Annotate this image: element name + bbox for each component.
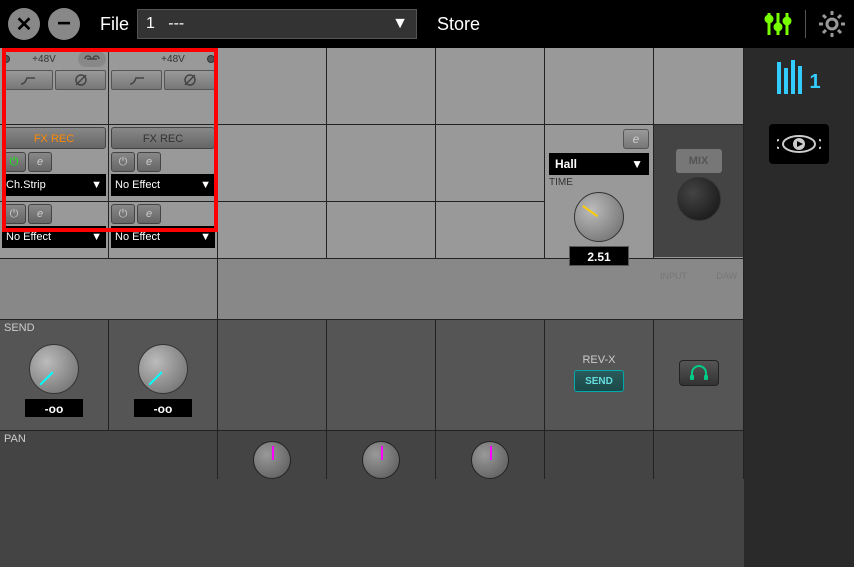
- mixer-settings-icon[interactable]: [763, 11, 793, 37]
- channels-area: +48V +48V: [0, 48, 744, 567]
- pan-knob[interactable]: [253, 441, 291, 479]
- time-label: TIME: [549, 177, 649, 188]
- fx-edit-button[interactable]: e: [137, 204, 161, 224]
- revx-send-button[interactable]: SEND: [574, 370, 624, 392]
- empty-cell: [218, 125, 327, 201]
- empty-cell: [327, 202, 436, 258]
- fx-edit-button[interactable]: e: [137, 152, 161, 172]
- empty-cell: [436, 48, 545, 124]
- master-section: MIX INPUT DAW: [654, 125, 744, 257]
- right-panel: 1: [744, 48, 854, 567]
- send-knob[interactable]: [138, 344, 188, 394]
- store-button[interactable]: Store: [437, 14, 480, 35]
- phase-button[interactable]: [164, 70, 215, 90]
- ch2-input-controls: +48V: [109, 48, 218, 124]
- empty-cell: [218, 48, 327, 124]
- reverb-section: e Hall▼ TIME 2.51: [545, 125, 654, 257]
- mix-knob[interactable]: [677, 177, 721, 221]
- revx-section: REV-X SEND: [545, 320, 654, 430]
- pan-knob[interactable]: [471, 441, 509, 479]
- empty-cell: [436, 320, 545, 430]
- empty-cell: [654, 48, 744, 124]
- empty-cell: [654, 431, 744, 479]
- hpf-button[interactable]: [2, 70, 53, 90]
- minimize-button[interactable]: −: [48, 8, 80, 40]
- chevron-down-icon: ▼: [392, 15, 408, 33]
- output-icon[interactable]: [769, 124, 829, 164]
- fx-rec-button[interactable]: FX REC: [2, 127, 106, 149]
- empty-cell: [436, 202, 545, 258]
- reverb-edit-button[interactable]: e: [623, 129, 649, 149]
- empty-cell: [0, 259, 218, 319]
- headphone-section: [654, 320, 744, 430]
- reverb-time-value: 2.51: [569, 246, 629, 266]
- fx-power-button[interactable]: ⏻: [111, 152, 135, 172]
- file-select[interactable]: 1 --- ▼: [137, 9, 417, 39]
- fx-rec-button[interactable]: FX REC: [111, 127, 215, 149]
- ch4-pan: [327, 431, 436, 479]
- reverb-time-knob[interactable]: [574, 192, 624, 242]
- ch1-input-controls: +48V: [0, 48, 109, 124]
- ch3-pan: [218, 431, 327, 479]
- fx-edit-button[interactable]: e: [28, 152, 52, 172]
- empty-cell: [436, 125, 545, 201]
- effect-select[interactable]: Ch.Strip▼: [2, 174, 106, 196]
- phantom-led[interactable]: [207, 55, 215, 63]
- file-label: File: [100, 14, 129, 35]
- revx-label: REV-X: [549, 354, 649, 366]
- empty-cell: [218, 259, 744, 319]
- ch2-send: -oo: [109, 320, 218, 430]
- pan-knob[interactable]: [362, 441, 400, 479]
- mixer-number: 1: [809, 71, 820, 94]
- mixer-view-icon[interactable]: 1: [777, 60, 820, 94]
- fx-power-button[interactable]: ⏻: [2, 152, 26, 172]
- pan-label: PAN: [4, 433, 26, 445]
- ch2-fx2-section: ⏻ e No Effect▼: [109, 202, 218, 258]
- effect-select[interactable]: No Effect▼: [2, 226, 106, 248]
- input-label: INPUT: [660, 271, 687, 281]
- ch5-pan: [436, 431, 545, 479]
- empty-cell: [545, 48, 654, 124]
- empty-cell: [218, 320, 327, 430]
- fx-power-button[interactable]: ⏻: [2, 204, 26, 224]
- send-value: -oo: [24, 398, 84, 418]
- send-value: -oo: [133, 398, 193, 418]
- reverb-type-select[interactable]: Hall▼: [549, 153, 649, 175]
- ch1-fx2-section: ⏻ e No Effect▼: [0, 202, 109, 258]
- empty-cell: [218, 202, 327, 258]
- empty-cell: [327, 48, 436, 124]
- phantom-led[interactable]: [2, 55, 10, 63]
- close-button[interactable]: ✕: [8, 8, 40, 40]
- empty-cell: [545, 431, 654, 479]
- ch1-pan: PAN: [0, 431, 218, 479]
- empty-cell: [327, 320, 436, 430]
- empty-cell: [327, 125, 436, 201]
- link-icon[interactable]: [78, 51, 106, 67]
- ch1-send: SEND -oo: [0, 320, 109, 430]
- phantom-label: +48V: [161, 54, 185, 65]
- gear-icon[interactable]: [818, 10, 846, 38]
- send-knob[interactable]: [29, 344, 79, 394]
- effect-select[interactable]: No Effect▼: [111, 174, 215, 196]
- divider: [805, 10, 806, 38]
- ch2-fx-section: FX REC ⏻ e No Effect▼: [109, 125, 218, 201]
- phase-button[interactable]: [55, 70, 106, 90]
- top-bar: ✕ − File 1 --- ▼ Store: [0, 0, 854, 48]
- fx-power-button[interactable]: ⏻: [111, 204, 135, 224]
- headphone-button[interactable]: [679, 360, 719, 386]
- phantom-label: +48V: [32, 54, 56, 65]
- hpf-button[interactable]: [111, 70, 162, 90]
- ch1-fx-section: FX REC ⏻ e Ch.Strip▼: [0, 125, 109, 201]
- effect-select[interactable]: No Effect▼: [111, 226, 215, 248]
- daw-label: DAW: [716, 271, 737, 281]
- send-label: SEND: [4, 322, 35, 334]
- mix-button[interactable]: MIX: [676, 149, 722, 173]
- fx-edit-button[interactable]: e: [28, 204, 52, 224]
